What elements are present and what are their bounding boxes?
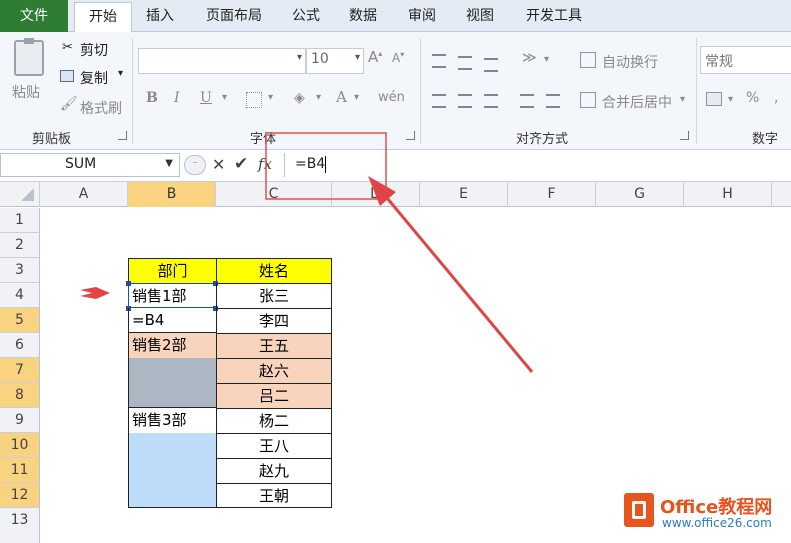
row-pointer-arrow	[80, 287, 110, 299]
watermark-url: www.office26.com	[662, 516, 772, 530]
office-logo-icon	[624, 493, 654, 527]
annotation-overlay	[80, 132, 534, 373]
pointer-arrow-line	[380, 191, 534, 373]
highlight-box	[265, 132, 387, 200]
